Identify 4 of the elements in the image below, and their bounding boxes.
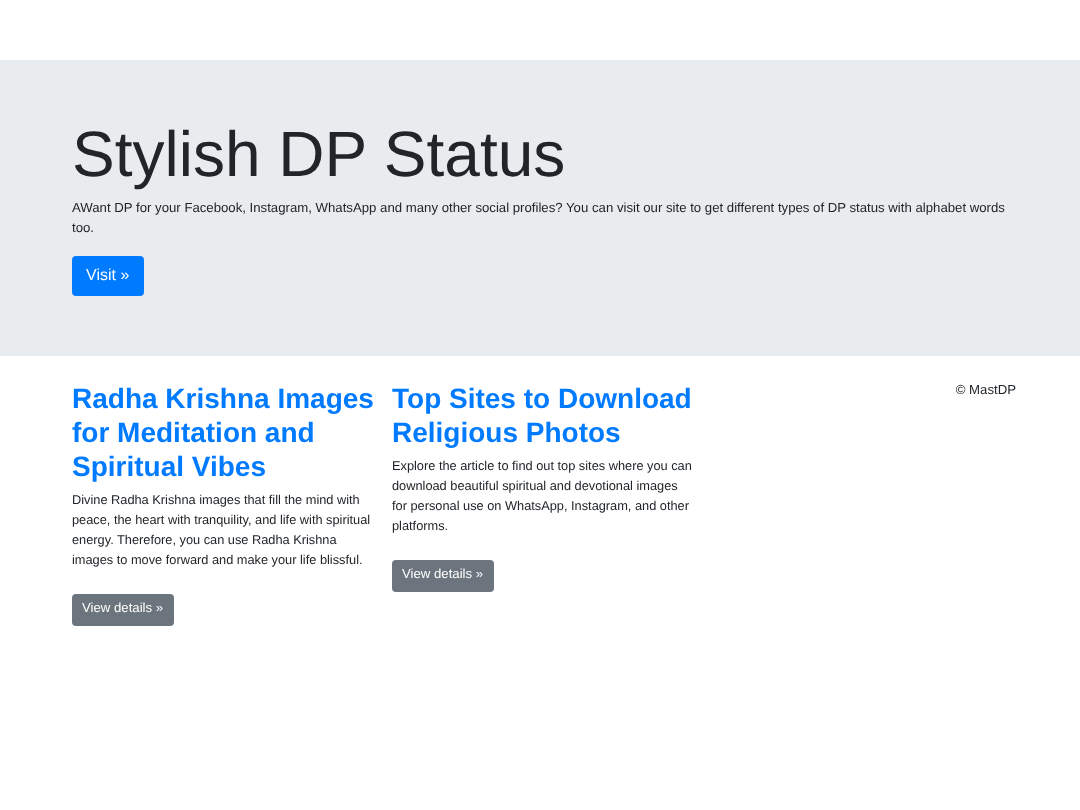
article-title[interactable]: Radha Krishna Images for Meditation and Spiritual Vibes — [72, 382, 392, 484]
visit-button[interactable]: Visit » — [72, 255, 144, 295]
article-title[interactable]: Top Sites to Download Religious Photos — [392, 382, 712, 450]
hero-title: Stylish DP Status — [72, 116, 568, 192]
